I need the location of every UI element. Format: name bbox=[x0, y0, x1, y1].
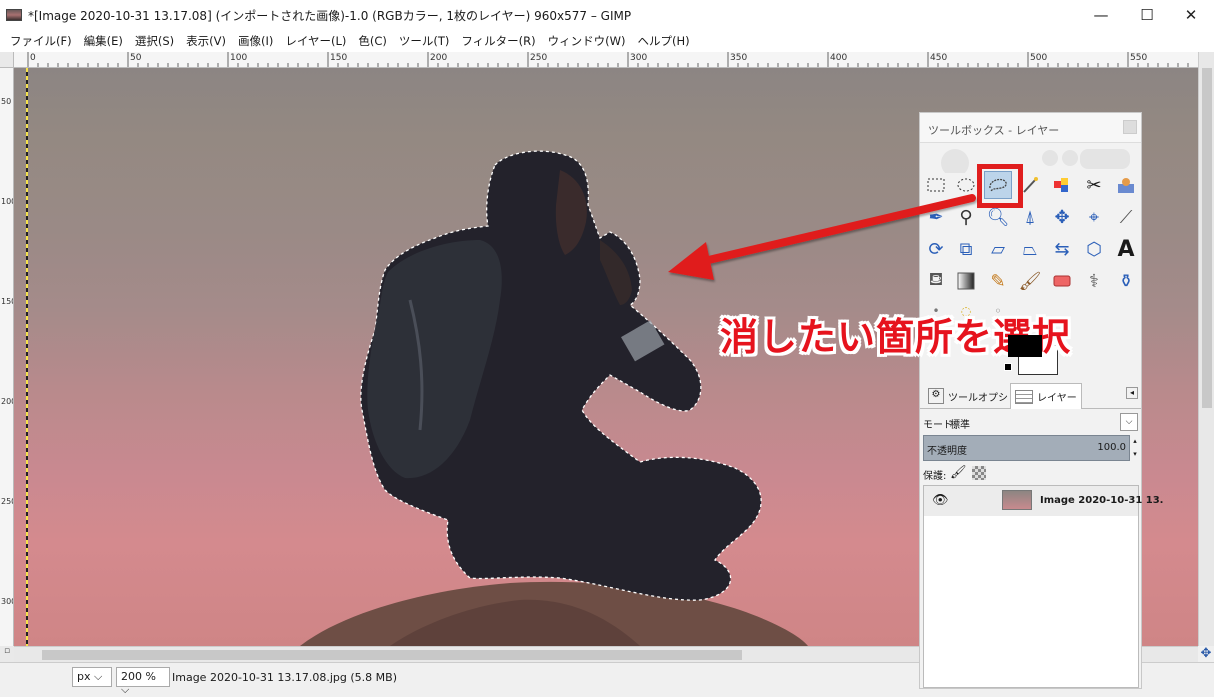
foreground-color-front[interactable] bbox=[1008, 335, 1042, 357]
